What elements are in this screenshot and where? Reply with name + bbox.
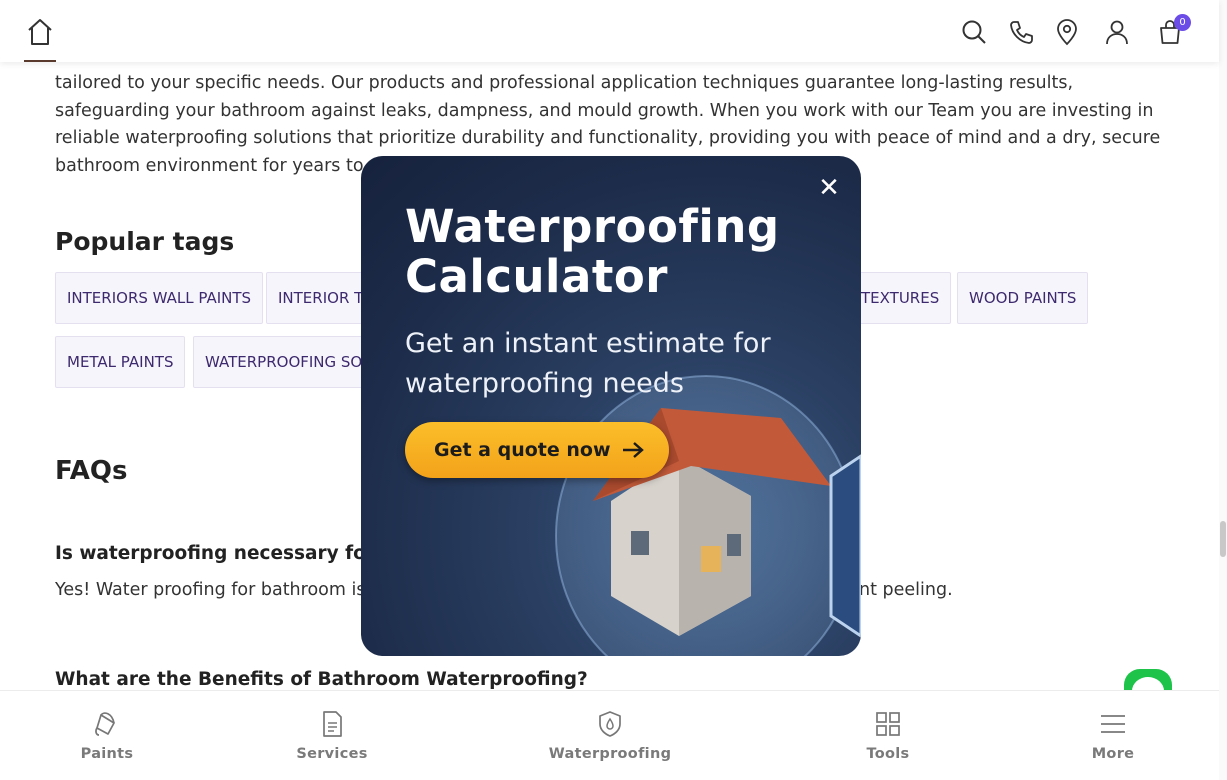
home-active-indicator (24, 60, 56, 62)
scrollbar-thumb[interactable] (1220, 521, 1226, 557)
menu-icon (1101, 715, 1125, 733)
body-paragraph-line: safeguarding your bathroom against leaks… (55, 100, 1154, 121)
nav-label: More (1091, 746, 1135, 762)
waterproofing-calculator-popup: ✕ Waterproofing Calculator Get an instan… (361, 156, 861, 656)
tag-metal-paints[interactable]: METAL PAINTS (55, 336, 186, 388)
close-icon[interactable]: ✕ (815, 174, 843, 202)
tag-wood-paints[interactable]: WOOD PAINTS (957, 272, 1089, 324)
arrow-right-icon (623, 442, 644, 458)
home-icon (28, 19, 52, 45)
popup-title: Waterproofing Calculator (405, 202, 825, 302)
popular-tags-heading: Popular tags (55, 227, 235, 256)
faqs-heading: FAQs (55, 456, 128, 486)
faq-question[interactable]: Is waterproofing necessary for t (55, 543, 390, 564)
home-button[interactable] (24, 14, 56, 62)
nav-item-tools[interactable]: Tools (818, 691, 958, 780)
body-paragraph-line: tailored to your specific needs. Our pro… (55, 73, 1074, 93)
faq-answer-tail: nt peeling. (859, 580, 953, 600)
popup-subtitle-line: Get an instant estimate for (405, 328, 771, 359)
popup-subtitle: Get an instant estimate for waterproofin… (405, 324, 825, 404)
nav-item-waterproofing[interactable]: Waterproofing (540, 691, 680, 780)
shield-drop-icon (599, 711, 621, 737)
search-icon[interactable] (960, 18, 988, 46)
paint-bucket-icon (95, 712, 115, 736)
user-icon[interactable] (1103, 18, 1131, 46)
document-icon (323, 711, 342, 737)
nav-label: Tools (866, 746, 910, 762)
tag-interiors-wall-paints[interactable]: INTERIORS WALL PAINTS (55, 272, 264, 324)
get-quote-label: Get a quote now (434, 439, 611, 461)
nav-label: Services (296, 746, 368, 762)
popup-subtitle-line: waterproofing needs (405, 368, 684, 399)
popup-title-line: Waterproofing (405, 200, 780, 253)
faq-answer: Yes! Water proofing for bathroom is (55, 580, 366, 600)
nav-label: Waterproofing (548, 746, 672, 762)
nav-item-more[interactable]: More (1043, 691, 1183, 780)
tag-waterproofing-solutions[interactable]: WATERPROOFING SOL (193, 336, 383, 388)
get-quote-button[interactable]: Get a quote now (405, 422, 669, 478)
popup-title-line: Calculator (405, 250, 668, 303)
location-icon[interactable] (1053, 18, 1081, 46)
phone-icon[interactable] (1007, 18, 1035, 46)
nav-label: Paints (80, 746, 134, 762)
scrollbar-track[interactable] (1219, 0, 1227, 780)
nav-item-paints[interactable]: Paints (37, 691, 177, 780)
faq-question[interactable]: What are the Benefits of Bathroom Waterp… (55, 669, 588, 690)
grid-icon (876, 712, 900, 736)
site-header: 0 (0, 0, 1219, 62)
cart-count-badge: 0 (1174, 14, 1191, 31)
body-paragraph-line: reliable waterproofing solutions that pr… (55, 128, 1161, 148)
bottom-navigation: Paints Services Waterproofing Tools More (0, 690, 1219, 780)
nav-item-services[interactable]: Services (262, 691, 402, 780)
